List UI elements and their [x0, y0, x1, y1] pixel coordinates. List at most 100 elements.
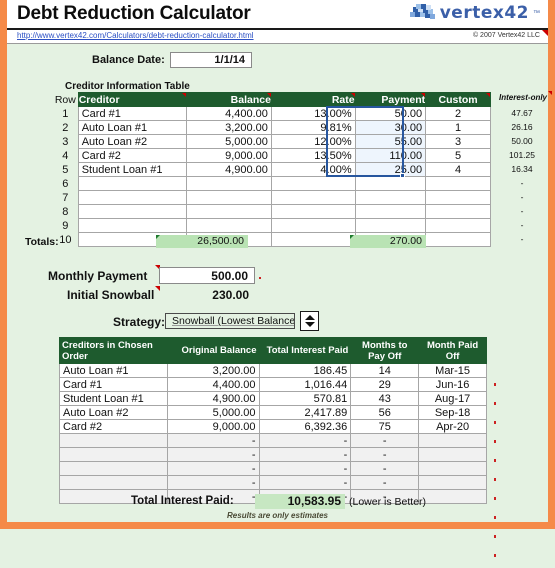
rate-cell[interactable] — [270, 204, 356, 219]
row-number: 9 — [62, 219, 69, 232]
result-creditor-cell — [59, 433, 168, 448]
payment-cell[interactable] — [354, 204, 427, 219]
col-creditor-label: Creditor — [78, 93, 120, 106]
result-interest-cell: 1,016.44 — [258, 377, 352, 392]
balance-cell[interactable]: 5,000.00 — [186, 134, 272, 149]
interest-only-value: 50.00 — [511, 136, 533, 146]
rate-cell[interactable] — [270, 232, 356, 247]
table-row: 9 — [53, 218, 491, 233]
totals-label: Totals: — [25, 236, 59, 248]
chevron-down-icon[interactable] — [304, 322, 315, 327]
table-row: --- — [59, 433, 487, 448]
result-paidoff-cell: Sep-18 — [418, 405, 487, 420]
payment-cell[interactable]: 50.00 — [354, 106, 427, 121]
creditor-name-cell[interactable] — [77, 204, 188, 219]
result-paidoff-cell: Aug-17 — [418, 391, 487, 406]
rate-cell[interactable] — [270, 190, 356, 205]
col-months-payoff-header: Months to Pay Off — [350, 337, 420, 364]
creditor-name-cell[interactable]: Student Loan #1 — [77, 162, 188, 177]
custom-cell[interactable] — [425, 218, 491, 233]
creditor-table-header-row: Row Creditor Balance Rate Payment Custom — [53, 92, 491, 107]
col-balance-header: Balance — [186, 92, 272, 107]
comment-marker-icon — [494, 478, 496, 492]
payment-cell[interactable]: 25.00 — [354, 162, 427, 177]
payment-cell[interactable]: 30.00 — [354, 120, 427, 135]
result-balance-cell: 9,000.00 — [166, 419, 260, 434]
balance-cell[interactable]: 3,200.00 — [186, 120, 272, 135]
creditor-name-cell[interactable]: Card #1 — [77, 106, 188, 121]
balance-cell[interactable] — [186, 218, 272, 233]
balance-cell[interactable]: 4,900.00 — [186, 162, 272, 177]
balance-cell[interactable] — [186, 190, 272, 205]
total-balance-value: 26,500.00 — [197, 235, 244, 247]
custom-cell[interactable] — [425, 232, 491, 247]
col-total-interest-header: Total Interest Paid — [258, 337, 352, 364]
strategy-select[interactable]: Snowball (Lowest Balance First) — [165, 313, 295, 329]
balance-cell[interactable]: 9,000.00 — [186, 148, 272, 163]
product-url-link[interactable]: http://www.vertex42.com/Calculators/debt… — [17, 31, 254, 40]
result-interest-cell: 2,417.89 — [258, 405, 352, 420]
title-bar: Debt Reduction Calculator vertex42 ™ — [7, 0, 548, 30]
result-paidoff-cell — [418, 489, 487, 504]
comment-marker-icon — [182, 93, 187, 97]
creditor-name-cell[interactable]: Auto Loan #2 — [77, 134, 188, 149]
rate-cell[interactable]: 12.00% — [270, 134, 356, 149]
balance-cell[interactable] — [186, 204, 272, 219]
strategy-spinner[interactable] — [300, 311, 319, 331]
balance-cell[interactable] — [186, 176, 272, 191]
creditor-name-cell[interactable] — [77, 176, 188, 191]
table-row: 2 Auto Loan #1 3,200.00 9.81% 30.00 1 — [53, 120, 491, 135]
col-payment-header: Payment — [354, 92, 427, 107]
custom-cell[interactable] — [425, 204, 491, 219]
rate-cell[interactable] — [270, 218, 356, 233]
result-months-cell: 75 — [350, 419, 420, 434]
custom-cell[interactable]: 1 — [425, 120, 491, 135]
result-balance-cell: - — [166, 433, 260, 448]
rate-cell[interactable]: 13.50% — [270, 148, 356, 163]
rate-cell[interactable]: 4.00% — [270, 162, 356, 177]
table-row: Card #2 9,000.00 6,392.36 75 Apr-20 — [59, 419, 487, 434]
result-months-cell: 56 — [350, 405, 420, 420]
rate-cell[interactable]: 9.81% — [270, 120, 356, 135]
payment-cell[interactable]: 55.00 — [354, 134, 427, 149]
table-row: 5 Student Loan #1 4,900.00 4.00% 25.00 4 — [53, 162, 491, 177]
formula-marker-icon — [156, 235, 160, 239]
rate-cell[interactable] — [270, 176, 356, 191]
interest-only-value: 26.16 — [511, 122, 533, 132]
creditor-name-cell[interactable] — [77, 190, 188, 205]
monthly-payment-input[interactable]: 500.00 — [159, 267, 255, 284]
payment-cell[interactable] — [354, 176, 427, 191]
result-creditor-cell — [59, 461, 168, 476]
comment-marker-icon — [494, 497, 496, 511]
row-number: 2 — [62, 121, 69, 134]
custom-cell[interactable]: 4 — [425, 162, 491, 177]
creditor-name-cell[interactable]: Card #2 — [77, 148, 188, 163]
chevron-up-icon[interactable] — [304, 315, 315, 320]
payment-cell[interactable] — [354, 218, 427, 233]
interest-only-label: Interest-only — [499, 93, 548, 102]
balance-cell[interactable]: 4,400.00 — [186, 106, 272, 121]
table-row: 1 Card #1 4,400.00 13.00% 50.00 2 — [53, 106, 491, 121]
table-row: 4 Card #2 9,000.00 13.50% 110.00 5 — [53, 148, 491, 163]
custom-cell[interactable] — [425, 176, 491, 191]
custom-cell[interactable]: 3 — [425, 134, 491, 149]
balance-date-input[interactable]: 1/1/14 — [170, 52, 252, 68]
result-interest-cell: 186.45 — [258, 363, 352, 378]
result-paidoff-cell — [418, 447, 487, 462]
creditor-name-cell[interactable]: Auto Loan #1 — [77, 120, 188, 135]
custom-cell[interactable]: 2 — [425, 106, 491, 121]
creditor-name-cell[interactable] — [77, 218, 188, 233]
custom-cell[interactable]: 5 — [425, 148, 491, 163]
table-row: 7 — [53, 190, 491, 205]
result-creditor-cell: Card #1 — [59, 377, 168, 392]
payment-cell[interactable] — [354, 190, 427, 205]
result-balance-cell: - — [166, 447, 260, 462]
table-row: 6 — [53, 176, 491, 191]
result-months-cell: - — [350, 461, 420, 476]
rate-cell[interactable]: 13.00% — [270, 106, 356, 121]
interest-only-value: - — [520, 178, 524, 188]
custom-cell[interactable] — [425, 190, 491, 205]
comment-marker-icon — [494, 459, 496, 473]
comment-marker-icon — [421, 93, 426, 97]
payment-cell[interactable]: 110.00 — [354, 148, 427, 163]
